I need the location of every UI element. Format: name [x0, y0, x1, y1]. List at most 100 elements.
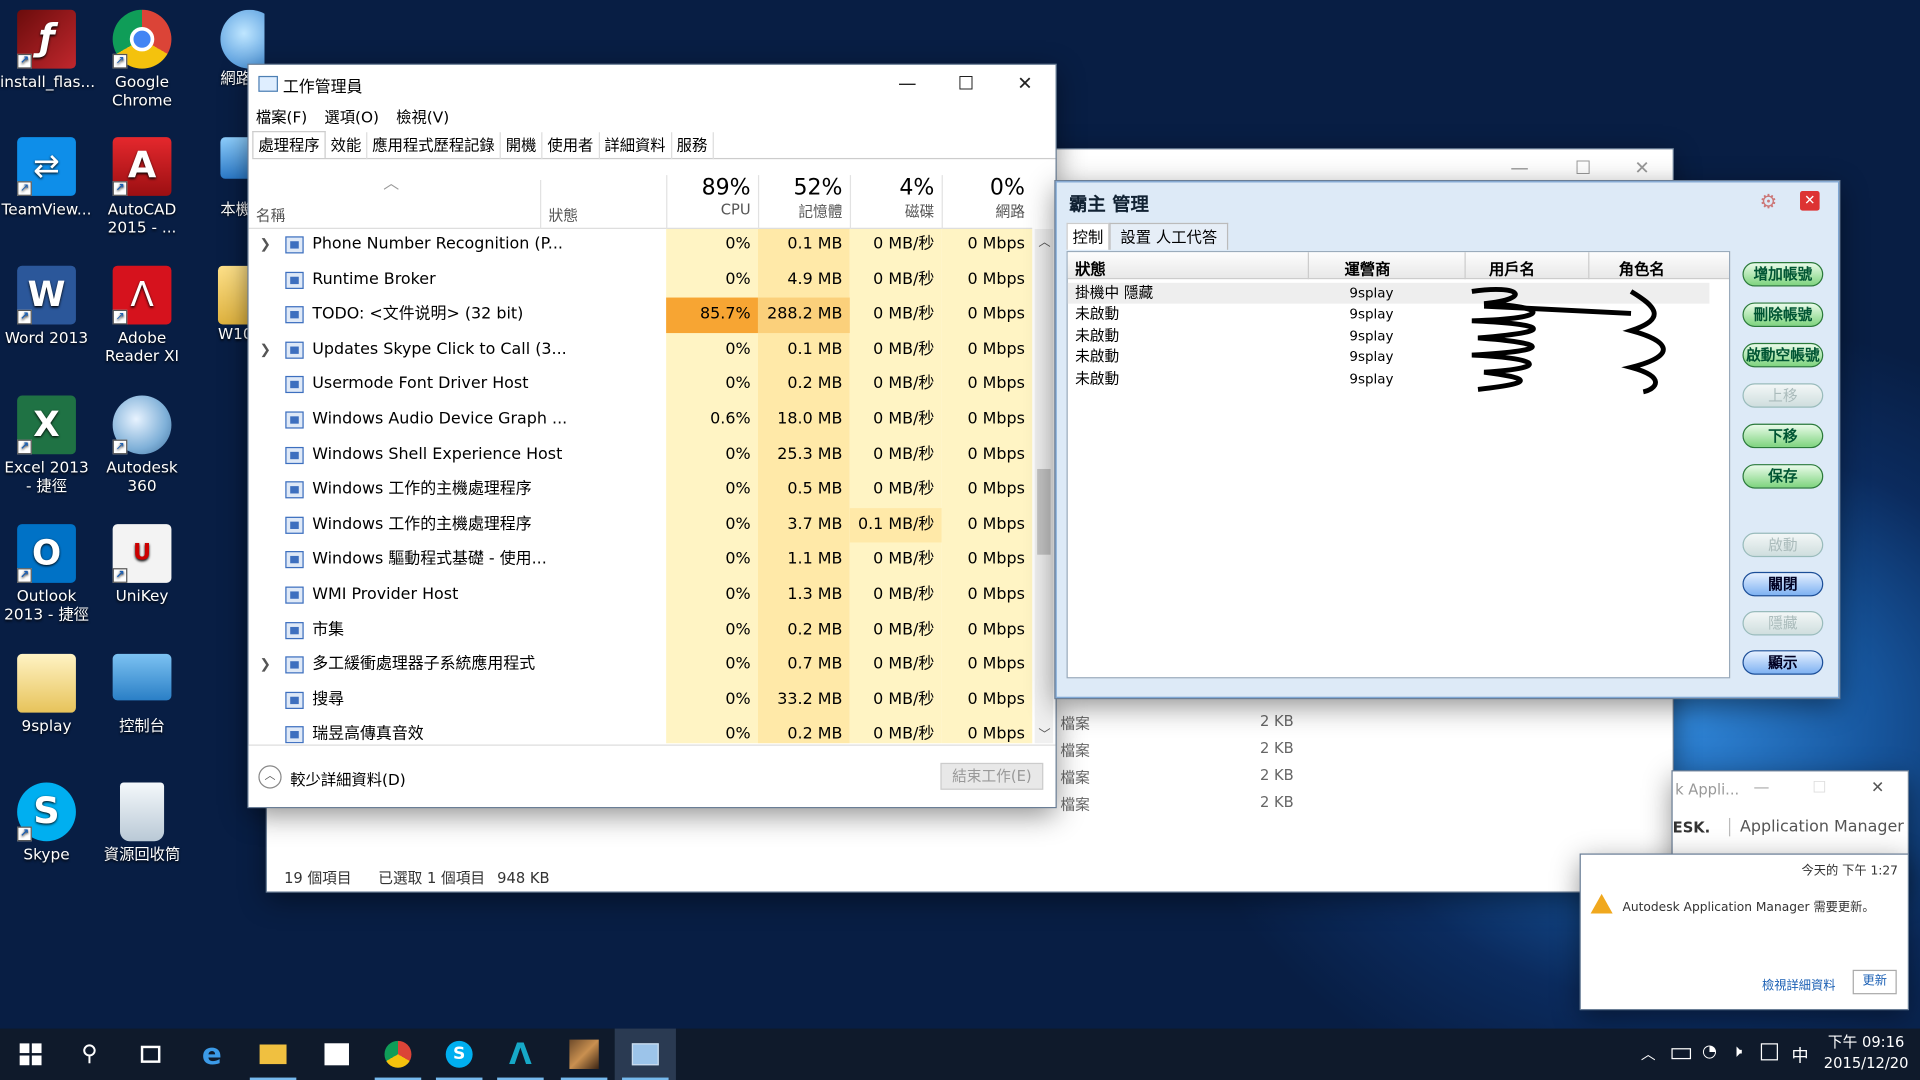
desktop-icon-excel[interactable]: X ↗ Excel 2013 - 捷徑 — [0, 395, 93, 495]
desktop-icon-install-flash[interactable]: ƒ ↗ install_flas... — [0, 9, 95, 91]
action-center-icon[interactable] — [1760, 1043, 1778, 1061]
column-character[interactable]: 角色名 — [1619, 256, 1665, 279]
fewer-details-link[interactable]: 較少詳細資料(D) — [290, 767, 406, 790]
search-button[interactable]: ⚲ — [59, 1029, 120, 1080]
battery-icon[interactable] — [1671, 1048, 1692, 1060]
show-hidden-icons[interactable]: ︿ — [1641, 1043, 1656, 1064]
expand-chevron-icon[interactable]: ❯ — [260, 648, 271, 683]
file-row[interactable]: 檔案 2 KB — [1060, 740, 1293, 761]
process-row[interactable]: 搜尋 0% 33.2 MB 0 MB/秒 0 Mbps — [249, 683, 1033, 718]
column-cpu[interactable]: 89% CPU — [666, 175, 758, 229]
process-row[interactable]: Windows 驅動程式基礎 - 使用... 0% 1.1 MB 0 MB/秒 0 Mb… — [249, 543, 1033, 578]
desktop-icon-autodesk-360[interactable]: ↗ Autodesk 360 — [96, 395, 189, 495]
taskbar-game[interactable] — [553, 1029, 614, 1080]
tab-users[interactable]: 使用者 — [543, 132, 600, 160]
settings-gear-icon[interactable]: ⚙ — [1760, 190, 1778, 213]
close-button[interactable]: ✕ — [1800, 191, 1820, 211]
column-name[interactable]: 名稱 — [256, 204, 285, 225]
column-memory[interactable]: 52% 記憶體 — [757, 175, 850, 229]
process-row[interactable]: WMI Provider Host 0% 1.3 MB 0 MB/秒 0 Mbps — [249, 578, 1033, 613]
desktop-icon-skype[interactable]: S ↗ Skype — [0, 782, 93, 863]
start-button[interactable]: 啟動 — [1742, 532, 1824, 558]
scroll-thumb[interactable] — [1037, 468, 1051, 555]
process-row[interactable]: ❯ Phone Number Recognition (P... 0% 0.1 MB 0… — [249, 228, 1033, 263]
column-status[interactable]: 狀態 — [549, 204, 578, 225]
close-accounts-button[interactable]: 關閉 — [1742, 571, 1824, 597]
end-task-button[interactable]: 結束工作(E) — [940, 762, 1044, 790]
tab-services[interactable]: 服務 — [672, 132, 714, 160]
menu-view[interactable]: 檢視(V) — [396, 108, 449, 126]
menu-file[interactable]: 檔案(F) — [256, 108, 307, 126]
desktop-icon-chrome[interactable]: ↗ Google Chrome — [96, 9, 189, 109]
task-view-button[interactable] — [120, 1029, 181, 1080]
desktop-icon-9splay[interactable]: 9splay — [0, 653, 93, 735]
maximize-button[interactable]: ☐ — [938, 65, 994, 102]
clock[interactable]: 下午 09:16 2015/12/20 — [1817, 1032, 1915, 1074]
move-up-button[interactable]: 上移 — [1742, 383, 1824, 408]
process-row[interactable]: ❯ Updates Skype Click to Call (3... 0% 0.1 … — [249, 333, 1033, 368]
vertical-scrollbar[interactable]: ︿ ﹀ — [1034, 228, 1054, 744]
expand-chevron-icon[interactable]: ❯ — [260, 333, 271, 368]
task-manager-window[interactable]: 工作管理員 — ☐ ✕ 檔案(F) 選項(O) 檢視(V) 處理程序 效能 應用程式… — [248, 64, 1056, 807]
close-button[interactable]: ✕ — [997, 65, 1053, 102]
menu-options[interactable]: 選項(O) — [324, 108, 379, 126]
hide-button[interactable]: 隱藏 — [1742, 611, 1824, 636]
tab-processes[interactable]: 處理程序 — [252, 131, 326, 158]
file-row[interactable]: 檔案 2 KB — [1060, 713, 1293, 734]
tab-startup[interactable]: 開機 — [501, 132, 543, 160]
delete-account-button[interactable]: 刪除帳號 — [1742, 302, 1824, 327]
taskbar-autodesk[interactable]: Λ — [490, 1029, 551, 1080]
start-empty-account-button[interactable]: 啟動空帳號 — [1742, 342, 1824, 368]
volume-muted-icon[interactable]: 🕨 — [1731, 1042, 1742, 1062]
wifi-icon[interactable]: ◔ — [1702, 1042, 1717, 1062]
desktop-icon-unikey[interactable]: U ↗ UniKey — [96, 524, 189, 605]
taskbar-edge[interactable]: e — [181, 1029, 242, 1080]
view-details-link[interactable]: 檢視詳細資料 — [1762, 975, 1835, 993]
process-row[interactable]: TODO: <文件说明> (32 bit) 85.7% 288.2 MB 0 MB/秒… — [249, 297, 1033, 333]
tab-settings[interactable]: 設置 人工代答 — [1109, 222, 1229, 250]
process-row[interactable]: 市集 0% 0.2 MB 0 MB/秒 0 Mbps — [249, 613, 1033, 648]
tab-details[interactable]: 詳細資料 — [599, 132, 672, 160]
scroll-down-arrow-icon[interactable]: ﹀ — [1038, 724, 1050, 742]
column-disk[interactable]: 4% 磁碟 — [849, 175, 942, 229]
taskbar-chrome[interactable] — [367, 1029, 428, 1080]
show-button[interactable]: 顯示 — [1742, 650, 1824, 675]
desktop-icon-outlook[interactable]: O ↗ Outlook 2013 - 捷徑 — [0, 524, 93, 623]
column-username[interactable]: 用戶名 — [1489, 256, 1535, 279]
tab-performance[interactable]: 效能 — [326, 132, 368, 160]
save-button[interactable]: 保存 — [1742, 464, 1824, 489]
column-network[interactable]: 0% 網路 — [941, 175, 1033, 229]
process-row[interactable]: Usermode Font Driver Host 0% 0.2 MB 0 MB/秒 0… — [249, 368, 1033, 403]
scroll-up-arrow-icon[interactable]: ︿ — [1038, 231, 1050, 249]
move-down-button[interactable]: 下移 — [1742, 423, 1824, 449]
process-row[interactable]: Windows Shell Experience Host 0% 25.3 MB 0 … — [249, 438, 1033, 473]
desktop-icon-teamviewer[interactable]: ⇄ ↗ TeamView... — [0, 137, 93, 218]
maximize-button[interactable]: ☐ — [1812, 779, 1826, 797]
taskbar-task-manager[interactable] — [614, 1028, 676, 1080]
tab-app-history[interactable]: 應用程式歷程記錄 — [367, 132, 501, 160]
close-button[interactable]: ✕ — [1871, 779, 1884, 797]
desktop-icon-autocad[interactable]: A ↗ AutoCAD 2015 - ... — [96, 137, 189, 236]
collapse-icon[interactable]: ︿ — [258, 765, 282, 789]
taskbar-file-explorer[interactable] — [242, 1029, 303, 1080]
update-notification[interactable]: 今天的 下午 1:27 Autodesk Application Manager… — [1580, 854, 1908, 1009]
minimize-button[interactable]: — — [1753, 779, 1769, 797]
expand-chevron-icon[interactable]: ❯ — [260, 228, 271, 263]
start-button[interactable] — [0, 1029, 61, 1080]
desktop-icon-control-panel[interactable]: 控制台 — [96, 653, 189, 735]
process-row[interactable]: Runtime Broker 0% 4.9 MB 0 MB/秒 0 Mbps — [249, 263, 1033, 298]
bazhu-manager-window[interactable]: 霸主 管理 ⚙ ✕ 控制 設置 人工代答 狀態 運營商 用戶名 角色名 掛機中 隱… — [1055, 181, 1840, 698]
account-list[interactable]: 狀態 運營商 用戶名 角色名 掛機中 隱藏 9splay 未啟動 9splay 未啟動 9… — [1066, 251, 1731, 679]
process-row[interactable]: Windows 工作的主機處理程序 0% 3.7 MB 0.1 MB/秒 0 Mbps — [249, 507, 1033, 543]
process-row[interactable]: ❯ 多工緩衝處理器子系統應用程式 0% 0.7 MB 0 MB/秒 0 Mbps — [249, 648, 1033, 683]
desktop-icon-word[interactable]: W ↗ Word 2013 — [0, 265, 93, 347]
minimize-button[interactable]: — — [879, 65, 935, 102]
taskbar-skype[interactable]: S — [429, 1029, 490, 1080]
taskbar-store[interactable] — [306, 1029, 367, 1080]
ime-indicator[interactable]: 中 — [1791, 1043, 1808, 1067]
update-button[interactable]: 更新 — [1852, 969, 1897, 995]
desktop-icon-recycle-bin[interactable]: 資源回收筒 — [96, 782, 189, 863]
tab-control[interactable]: 控制 — [1066, 222, 1110, 250]
file-row[interactable]: 檔案 2 KB — [1060, 767, 1293, 788]
process-row[interactable]: Windows Audio Device Graph ... 0.6% 18.0 M… — [249, 403, 1033, 438]
